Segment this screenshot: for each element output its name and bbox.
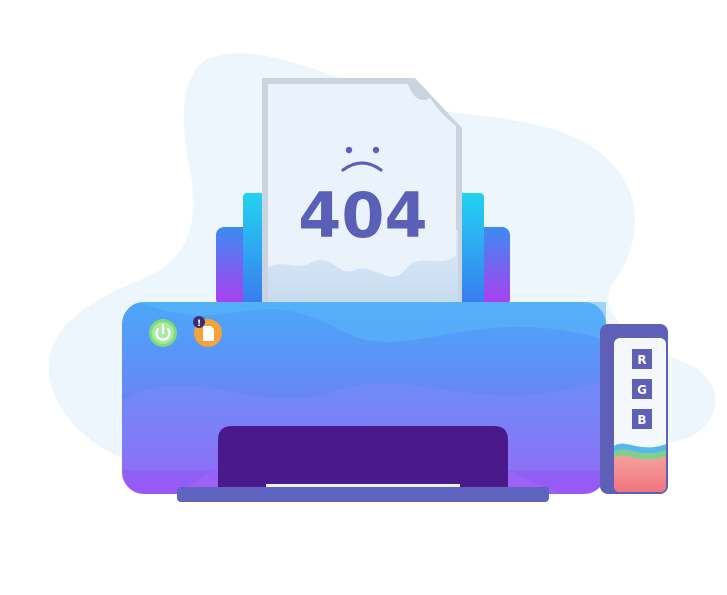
cartridge-label-g: G [637, 383, 647, 397]
cartridge-label-b: B [637, 413, 646, 427]
ink-cartridge: R G B [600, 324, 668, 494]
illustration-canvas: 404 R G B ! [48, 53, 716, 502]
power-button [149, 319, 177, 347]
printer-output-slot [218, 426, 508, 494]
paper-sheet: 404 [262, 78, 462, 305]
paper-error-icon [203, 326, 214, 341]
cartridge-label-r: R [637, 353, 646, 367]
error-code-404: 404 [298, 179, 427, 252]
alert-mark: ! [197, 319, 201, 329]
printer-404-illustration: 404 R G B ! [0, 0, 727, 595]
printer-output-tray [177, 487, 549, 502]
